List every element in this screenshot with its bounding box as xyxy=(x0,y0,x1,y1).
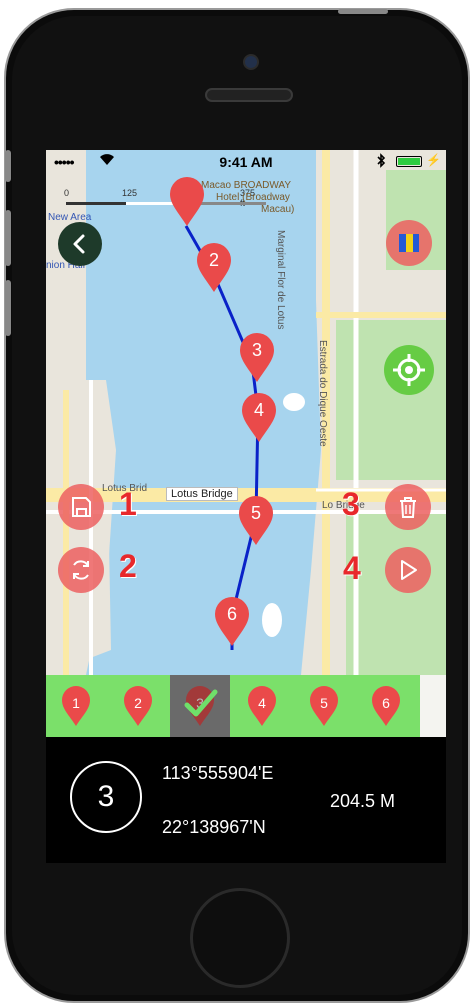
scale-tick-0: 0 xyxy=(64,188,70,198)
status-bar: ••••• 9:41 AM ⚡ xyxy=(46,150,446,172)
map-pin-icon xyxy=(170,177,204,226)
map-label-new-area: New Area xyxy=(48,212,92,223)
waypoint-number: 4 xyxy=(253,400,264,420)
selected-waypoint-badge: 3 xyxy=(70,761,142,833)
refresh-button[interactable] xyxy=(58,547,104,593)
waypoint-pin[interactable] xyxy=(168,176,206,228)
strip-item-number: 5 xyxy=(320,695,328,711)
waypoint-number: 5 xyxy=(250,503,261,523)
distance-value: 204.5 M xyxy=(330,791,396,811)
play-icon xyxy=(401,560,417,580)
mute-switch xyxy=(5,150,11,182)
battery-icon xyxy=(396,156,422,167)
strip-item-6[interactable]: 6 xyxy=(356,675,416,737)
strip-item-number: 6 xyxy=(382,695,390,711)
map-label-lotus-bridge: Lotus Bridge xyxy=(166,487,238,501)
strip-item-1[interactable]: 1 xyxy=(46,675,106,737)
annotation-label-3: 3 xyxy=(342,486,360,522)
play-button[interactable] xyxy=(385,547,431,593)
map-label-broadway: Macao BROADWAY xyxy=(201,180,292,191)
bluetooth-icon xyxy=(376,153,386,171)
strip-item-number: 4 xyxy=(258,695,266,711)
annotation-label-4: 4 xyxy=(343,550,361,586)
map-label-hotel: Hotel (Broadway xyxy=(216,192,290,203)
annotation-label-1: 1 xyxy=(119,486,137,522)
strip-item-5[interactable]: 5 xyxy=(294,675,354,737)
app-screen: ••••• 9:41 AM ⚡ 0 125 250 375 ft Macao B… xyxy=(46,150,446,863)
map-label-macau: Macau) xyxy=(261,204,295,215)
strip-end xyxy=(420,675,446,737)
longitude-value: 113°555904'E xyxy=(162,763,274,783)
waypoint-number: 3 xyxy=(251,340,262,360)
waypoint-strip[interactable]: 1 2 3 4 5 6 xyxy=(46,675,446,737)
latitude-value: 22°138967'N xyxy=(162,817,266,837)
volume-up-button xyxy=(5,210,11,266)
crosshair-icon xyxy=(393,354,425,386)
trash-icon xyxy=(400,497,416,518)
map-label-marginal: Marginal Flor de Lotus xyxy=(275,230,286,330)
layers-icon xyxy=(399,234,419,252)
strip-item-number: 2 xyxy=(134,695,142,711)
back-icon xyxy=(73,234,85,254)
refresh-icon xyxy=(73,560,89,580)
power-button xyxy=(338,9,388,14)
strip-item-number: 1 xyxy=(72,695,80,711)
waypoint-number: 2 xyxy=(208,250,219,270)
delete-button[interactable] xyxy=(385,484,431,530)
scale-tick-125: 125 xyxy=(122,188,138,198)
layers-button[interactable] xyxy=(386,220,432,266)
strip-item-2[interactable]: 2 xyxy=(108,675,168,737)
charging-icon: ⚡ xyxy=(426,153,441,167)
earpiece-speaker xyxy=(205,88,293,102)
waypoint-info-panel: 3 113°555904'E 22°138967'N 204.5 M xyxy=(46,737,446,863)
map-view[interactable]: ••••• 9:41 AM ⚡ 0 125 250 375 ft Macao B… xyxy=(46,150,446,675)
home-button[interactable] xyxy=(190,888,290,988)
waypoint-number: 6 xyxy=(226,604,237,624)
checkmark-icon xyxy=(184,689,218,717)
waypoint-pin-5[interactable]: 5 xyxy=(237,495,275,547)
strip-item-4[interactable]: 4 xyxy=(232,675,292,737)
strip-item-3[interactable]: 3 xyxy=(170,675,230,737)
front-camera xyxy=(243,54,259,70)
back-button[interactable] xyxy=(58,222,102,266)
waypoint-pin-3[interactable]: 3 xyxy=(238,332,276,384)
waypoint-pin-2[interactable]: 2 xyxy=(195,242,233,294)
save-icon xyxy=(72,497,91,517)
save-button[interactable] xyxy=(58,484,104,530)
status-time: 9:41 AM xyxy=(219,154,273,170)
annotation-label-2: 2 xyxy=(119,548,137,584)
waypoint-pin-4[interactable]: 4 xyxy=(240,392,278,444)
waypoint-pin-6[interactable]: 6 xyxy=(213,596,251,648)
volume-down-button xyxy=(5,280,11,336)
locate-button[interactable] xyxy=(384,345,434,395)
map-label-estrada: Estrada do Dique Oeste xyxy=(317,340,328,447)
